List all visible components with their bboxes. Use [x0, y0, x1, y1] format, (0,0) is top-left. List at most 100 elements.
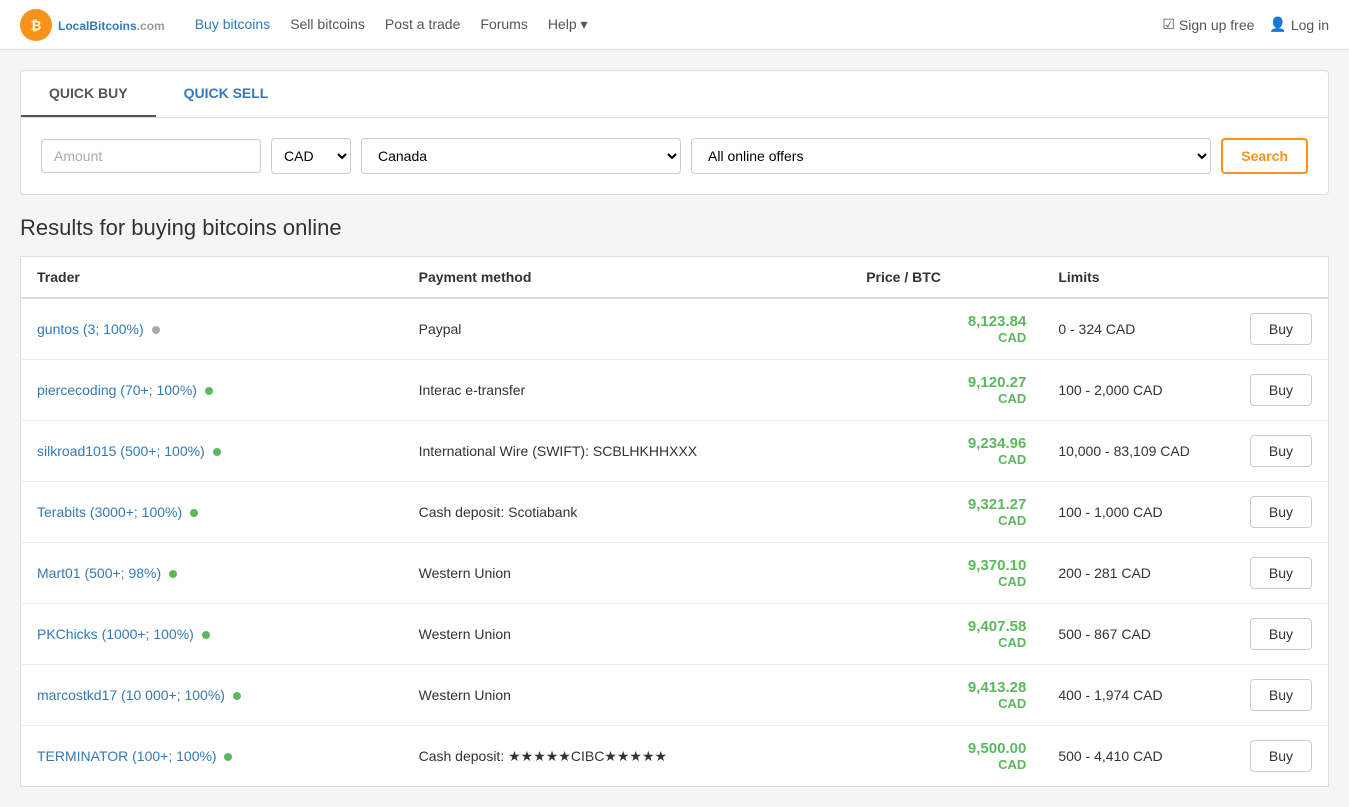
- action-cell: Buy: [1234, 298, 1329, 360]
- price-cell: 9,234.96 CAD: [850, 421, 1042, 482]
- status-dot: [224, 753, 232, 761]
- price-value: 9,234.96: [968, 435, 1026, 452]
- price-cell: 9,321.27 CAD: [850, 482, 1042, 543]
- status-dot: [202, 631, 210, 639]
- amount-input[interactable]: [41, 139, 261, 173]
- nav-help[interactable]: Help ▾: [548, 16, 588, 33]
- price-currency: CAD: [866, 452, 1026, 467]
- nav-post-trade[interactable]: Post a trade: [385, 16, 461, 33]
- nav-forums[interactable]: Forums: [480, 16, 527, 33]
- search-button[interactable]: Search: [1221, 138, 1308, 174]
- results-title: Results for buying bitcoins online: [20, 215, 1329, 241]
- buy-button[interactable]: Buy: [1250, 496, 1312, 528]
- nav-right: ☑ Sign up free 👤 Log in: [1162, 16, 1329, 33]
- price-currency: CAD: [866, 696, 1026, 711]
- payment-cell: International Wire (SWIFT): SCBLHKHHXXX: [403, 421, 851, 482]
- status-dot: [190, 509, 198, 517]
- table-row: TERMINATOR (100+; 100%) Cash deposit: ★★…: [21, 726, 1329, 787]
- navbar: ₿ LocalBitcoins.com Buy bitcoins Sell bi…: [0, 0, 1349, 50]
- panel-tabs: QUICK BUY QUICK SELL: [21, 71, 1328, 118]
- payment-cell: Cash deposit: ★★★★★CIBC★★★★★: [403, 726, 851, 787]
- panel-body: CAD USD EUR GBP Canada United States Uni…: [21, 118, 1328, 194]
- price-currency: CAD: [866, 513, 1026, 528]
- buy-button[interactable]: Buy: [1250, 679, 1312, 711]
- buy-button[interactable]: Buy: [1250, 740, 1312, 772]
- svg-text:₿: ₿: [31, 18, 42, 33]
- buy-button[interactable]: Buy: [1250, 435, 1312, 467]
- payment-cell: Paypal: [403, 298, 851, 360]
- main-content: QUICK BUY QUICK SELL CAD USD EUR GBP Can…: [0, 50, 1349, 807]
- payment-cell: Cash deposit: Scotiabank: [403, 482, 851, 543]
- action-cell: Buy: [1234, 543, 1329, 604]
- action-cell: Buy: [1234, 360, 1329, 421]
- table-row: silkroad1015 (500+; 100%) International …: [21, 421, 1329, 482]
- price-value: 9,321.27: [968, 496, 1026, 513]
- action-cell: Buy: [1234, 421, 1329, 482]
- col-header-payment: Payment method: [403, 257, 851, 299]
- payment-cell: Western Union: [403, 543, 851, 604]
- trader-link[interactable]: marcostkd17 (10 000+; 100%): [37, 687, 225, 703]
- price-currency: CAD: [866, 330, 1026, 345]
- currency-select[interactable]: CAD USD EUR GBP: [271, 138, 351, 174]
- trader-link[interactable]: Terabits (3000+; 100%): [37, 504, 182, 520]
- payment-cell: Interac e-transfer: [403, 360, 851, 421]
- results-table: Trader Payment method Price / BTC Limits…: [20, 256, 1329, 787]
- table-row: PKChicks (1000+; 100%) Western Union 9,4…: [21, 604, 1329, 665]
- trader-cell: PKChicks (1000+; 100%): [21, 604, 403, 665]
- col-header-limits: Limits: [1042, 257, 1234, 299]
- limits-cell: 100 - 1,000 CAD: [1042, 482, 1234, 543]
- status-dot: [205, 387, 213, 395]
- table-header: Trader Payment method Price / BTC Limits: [21, 257, 1329, 299]
- price-value: 9,500.00: [968, 740, 1026, 757]
- buy-button[interactable]: Buy: [1250, 618, 1312, 650]
- limits-cell: 500 - 867 CAD: [1042, 604, 1234, 665]
- price-currency: CAD: [866, 757, 1026, 772]
- action-cell: Buy: [1234, 482, 1329, 543]
- signup-button[interactable]: ☑ Sign up free: [1162, 16, 1254, 33]
- price-cell: 9,500.00 CAD: [850, 726, 1042, 787]
- trader-cell: marcostkd17 (10 000+; 100%): [21, 665, 403, 726]
- payment-cell: Western Union: [403, 604, 851, 665]
- col-header-price: Price / BTC: [850, 257, 1042, 299]
- price-currency: CAD: [866, 391, 1026, 406]
- price-cell: 9,407.58 CAD: [850, 604, 1042, 665]
- price-cell: 9,370.10 CAD: [850, 543, 1042, 604]
- buy-button[interactable]: Buy: [1250, 557, 1312, 589]
- trader-link[interactable]: PKChicks (1000+; 100%): [37, 626, 194, 642]
- price-currency: CAD: [866, 574, 1026, 589]
- trader-cell: silkroad1015 (500+; 100%): [21, 421, 403, 482]
- tab-quick-sell[interactable]: QUICK SELL: [156, 71, 297, 117]
- action-cell: Buy: [1234, 665, 1329, 726]
- login-button[interactable]: 👤 Log in: [1269, 16, 1329, 33]
- price-value: 9,370.10: [968, 557, 1026, 574]
- limits-cell: 500 - 4,410 CAD: [1042, 726, 1234, 787]
- limits-cell: 200 - 281 CAD: [1042, 543, 1234, 604]
- trader-cell: guntos (3; 100%): [21, 298, 403, 360]
- logo-icon: ₿: [20, 9, 52, 41]
- table-row: guntos (3; 100%) Paypal 8,123.84 CAD 0 -…: [21, 298, 1329, 360]
- limits-cell: 400 - 1,974 CAD: [1042, 665, 1234, 726]
- trader-link[interactable]: silkroad1015 (500+; 100%): [37, 443, 205, 459]
- trader-link[interactable]: guntos (3; 100%): [37, 321, 144, 337]
- quick-panel: QUICK BUY QUICK SELL CAD USD EUR GBP Can…: [20, 70, 1329, 195]
- limits-cell: 0 - 324 CAD: [1042, 298, 1234, 360]
- col-header-trader: Trader: [21, 257, 403, 299]
- nav-sell-bitcoins[interactable]: Sell bitcoins: [290, 16, 365, 33]
- price-cell: 9,120.27 CAD: [850, 360, 1042, 421]
- trader-link[interactable]: TERMINATOR (100+; 100%): [37, 748, 217, 764]
- table-row: Terabits (3000+; 100%) Cash deposit: Sco…: [21, 482, 1329, 543]
- tab-quick-buy[interactable]: QUICK BUY: [21, 71, 156, 117]
- trader-link[interactable]: Mart01 (500+; 98%): [37, 565, 161, 581]
- col-header-action: [1234, 257, 1329, 299]
- action-cell: Buy: [1234, 604, 1329, 665]
- country-select[interactable]: Canada United States United Kingdom Aust…: [361, 138, 681, 174]
- nav-buy-bitcoins[interactable]: Buy bitcoins: [195, 16, 270, 33]
- limits-cell: 100 - 2,000 CAD: [1042, 360, 1234, 421]
- buy-button[interactable]: Buy: [1250, 374, 1312, 406]
- buy-button[interactable]: Buy: [1250, 313, 1312, 345]
- trader-link[interactable]: piercecoding (70+; 100%): [37, 382, 197, 398]
- status-dot: [233, 692, 241, 700]
- table-row: piercecoding (70+; 100%) Interac e-trans…: [21, 360, 1329, 421]
- table-row: Mart01 (500+; 98%) Western Union 9,370.1…: [21, 543, 1329, 604]
- offers-select[interactable]: All online offers Paypal Interac e-trans…: [691, 138, 1211, 174]
